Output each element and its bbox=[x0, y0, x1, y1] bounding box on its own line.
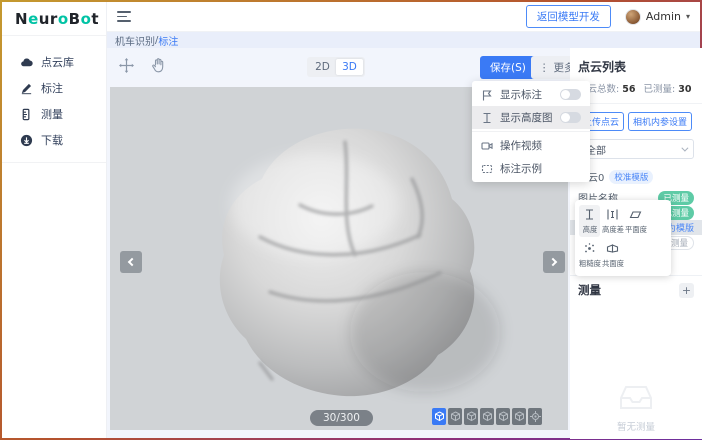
menu-item-show-heightmap[interactable]: 显示高度图 bbox=[472, 106, 590, 129]
avatar bbox=[625, 9, 641, 25]
viewer-content: 2D 3D 保存(S) ⋮ 更多 显示标注 bbox=[107, 48, 700, 438]
logo-letter: t bbox=[91, 10, 99, 28]
empty-state: 暂无测量 bbox=[570, 382, 702, 433]
breadcrumb-current: 标注 bbox=[158, 33, 178, 48]
logo-letter: o bbox=[81, 10, 92, 28]
view-cube-button-4[interactable] bbox=[480, 408, 494, 425]
viewer-tools bbox=[118, 57, 167, 74]
flag-icon bbox=[481, 89, 493, 101]
menu-divider bbox=[472, 131, 590, 132]
view-cube-button-6[interactable] bbox=[512, 408, 526, 425]
menu-item-label: 操作视频 bbox=[500, 138, 542, 153]
save-button[interactable]: 保存(S) bbox=[480, 56, 536, 79]
template-pointcloud-row[interactable]: 点云0 校准模版 bbox=[578, 169, 694, 184]
height-difference-icon bbox=[606, 208, 619, 221]
breadcrumb: 机车识别/标注 bbox=[107, 32, 700, 48]
breadcrumb-parent[interactable]: 机车识别 bbox=[115, 33, 155, 48]
empty-inbox-icon bbox=[616, 382, 656, 414]
pan-hand-icon[interactable] bbox=[150, 57, 167, 74]
show-heightmap-toggle[interactable] bbox=[560, 112, 581, 123]
back-to-model-dev-button[interactable]: 返回模型开发 bbox=[526, 5, 611, 28]
ruler-icon bbox=[20, 108, 33, 121]
roughness-icon bbox=[583, 242, 596, 255]
sidebar-item-label: 点云库 bbox=[41, 54, 74, 70]
logo-letter: N bbox=[15, 10, 28, 28]
username: Admin bbox=[646, 10, 681, 23]
view-cube-button-5[interactable] bbox=[496, 408, 510, 425]
view-orientation-buttons bbox=[432, 408, 542, 425]
filter-select[interactable]: 全部 bbox=[578, 139, 694, 159]
tool-height-difference[interactable]: 高度差 bbox=[602, 205, 623, 237]
caret-down-icon: ▾ bbox=[686, 12, 690, 21]
dimension-toggle: 2D 3D bbox=[307, 57, 365, 77]
panel-stats: 点云总数: 56 已测量: 30 bbox=[578, 81, 694, 95]
sidebar-item-download[interactable]: 下载 bbox=[2, 127, 106, 153]
sidebar-menu: 点云库 标注 测量 下载 bbox=[2, 36, 106, 163]
logo-letter: ur bbox=[39, 10, 58, 28]
sidebar-item-label: 下载 bbox=[41, 132, 63, 148]
prev-image-button[interactable] bbox=[120, 251, 142, 273]
image-counter-badge: 30/300 bbox=[310, 410, 373, 426]
sidebar-item-annotation[interactable]: 标注 bbox=[2, 75, 106, 101]
logo-letter: o bbox=[58, 10, 69, 28]
chevron-down-icon bbox=[681, 144, 688, 151]
video-icon bbox=[481, 140, 493, 152]
cloud-icon bbox=[20, 56, 33, 69]
mode-3d-button[interactable]: 3D bbox=[336, 59, 363, 75]
sidebar-divider bbox=[2, 162, 106, 163]
add-measure-button[interactable]: + bbox=[679, 283, 694, 298]
vertical-dots-icon: ⋮ bbox=[539, 62, 550, 74]
menu-item-label: 标注示例 bbox=[500, 161, 542, 176]
menu-item-label: 显示标注 bbox=[500, 87, 542, 102]
flatness-icon bbox=[629, 208, 642, 221]
panel-actions: 上传点云 相机内参设置 bbox=[578, 112, 694, 131]
show-annotation-toggle[interactable] bbox=[560, 89, 581, 100]
sidebar-item-label: 测量 bbox=[41, 106, 63, 122]
view-cube-button-1[interactable] bbox=[432, 408, 446, 425]
collapse-menu-icon[interactable] bbox=[117, 11, 131, 22]
ibeam-icon bbox=[481, 112, 493, 124]
logo-letter: B bbox=[69, 10, 81, 28]
calibration-template-tag: 校准模版 bbox=[609, 170, 653, 184]
menu-item-label: 显示高度图 bbox=[500, 110, 553, 125]
user-menu[interactable]: Admin ▾ bbox=[625, 9, 690, 25]
tool-coplanarity[interactable]: 共面度 bbox=[602, 239, 623, 271]
height-icon bbox=[583, 208, 596, 221]
mode-2d-button[interactable]: 2D bbox=[309, 59, 336, 75]
menu-item-annotation-example[interactable]: 标注示例 bbox=[472, 157, 590, 180]
move-tool-icon[interactable] bbox=[118, 57, 135, 74]
next-image-button[interactable] bbox=[543, 251, 565, 273]
tool-height[interactable]: 高度 bbox=[579, 205, 600, 237]
main-area: 返回模型开发 Admin ▾ 机车识别/标注 2D 3D bbox=[107, 2, 700, 438]
top-header: 返回模型开发 Admin ▾ bbox=[107, 2, 700, 32]
frame-icon bbox=[481, 163, 493, 175]
empty-state-text: 暂无测量 bbox=[617, 419, 655, 433]
reset-view-button[interactable] bbox=[528, 408, 542, 425]
tool-flatness[interactable]: 平面度 bbox=[625, 205, 646, 237]
panel-title: 点云列表 bbox=[578, 58, 694, 75]
app-logo: NeuroBot bbox=[2, 2, 106, 36]
sidebar-item-measure[interactable]: 测量 bbox=[2, 101, 106, 127]
sidebar-item-label: 标注 bbox=[41, 80, 63, 96]
tool-roughness[interactable]: 粗糙度 bbox=[579, 239, 600, 271]
view-cube-button-3[interactable] bbox=[464, 408, 478, 425]
sidebar-item-pointcloud-library[interactable]: 点云库 bbox=[2, 49, 106, 75]
measure-section-header: 测量 + bbox=[578, 282, 694, 298]
pen-icon bbox=[20, 82, 33, 95]
screenshot-frame: NeuroBot 点云库 标注 测量 bbox=[0, 0, 702, 440]
coplanarity-icon bbox=[606, 242, 619, 255]
camera-intrinsics-button[interactable]: 相机内参设置 bbox=[628, 112, 692, 131]
measure-section-title: 测量 bbox=[578, 282, 601, 298]
download-icon bbox=[20, 134, 33, 147]
measure-tool-popup: 高度 高度差 平面度 bbox=[575, 200, 671, 276]
sidebar: NeuroBot 点云库 标注 测量 bbox=[2, 2, 107, 438]
neurobot-app: NeuroBot 点云库 标注 测量 bbox=[2, 2, 700, 438]
measured-stat: 已测量: 30 bbox=[643, 81, 691, 95]
view-cube-button-2[interactable] bbox=[448, 408, 462, 425]
menu-item-tutorial-video[interactable]: 操作视频 bbox=[472, 134, 590, 157]
menu-item-show-annotation[interactable]: 显示标注 bbox=[472, 83, 590, 106]
more-dropdown-menu: 显示标注 显示高度图 操作视频 bbox=[472, 81, 590, 182]
logo-letter: e bbox=[28, 10, 39, 28]
